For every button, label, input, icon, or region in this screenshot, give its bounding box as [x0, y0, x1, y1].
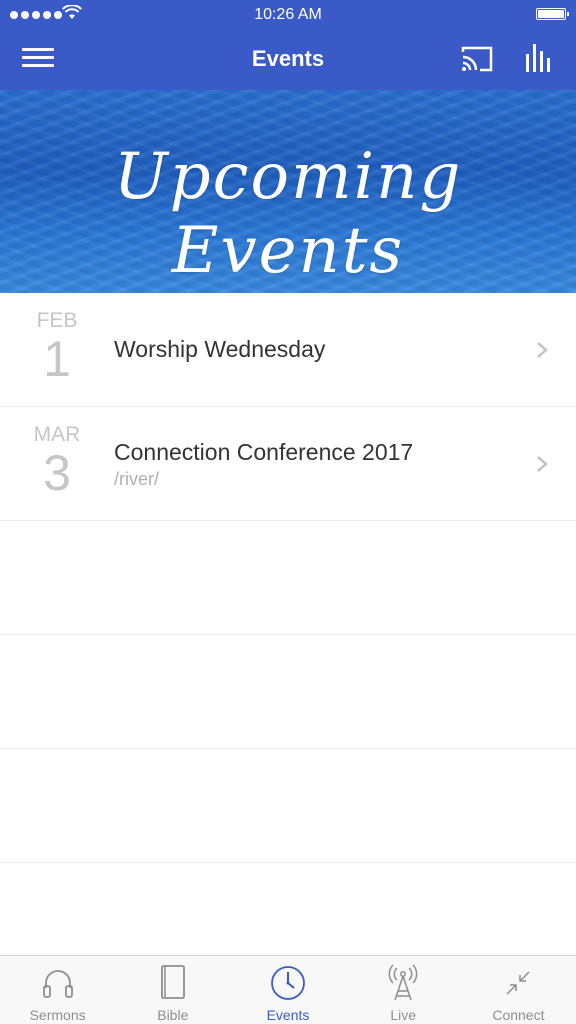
nav-bar: Events — [0, 30, 576, 90]
book-icon — [160, 965, 185, 999]
tab-bible[interactable]: Bible — [115, 956, 230, 1024]
event-day: 3 — [43, 445, 71, 501]
tab-label: Live — [390, 1007, 417, 1023]
bar-chart-icon[interactable] — [522, 42, 554, 74]
battery-icon — [536, 8, 569, 20]
tab-label: Bible — [157, 1007, 189, 1023]
arrows-collapse-icon — [506, 971, 530, 995]
empty-row — [0, 749, 576, 863]
tab-sermons[interactable]: Sermons — [0, 956, 115, 1024]
clock-icon — [271, 966, 305, 1000]
tab-bar: Sermons Bible Events Live Connect — [0, 955, 576, 1024]
event-title: Connection Conference 2017 — [114, 439, 414, 465]
banner-title: Upcoming Events — [113, 140, 463, 288]
tab-label: Connect — [492, 1007, 545, 1023]
empty-row — [0, 521, 576, 635]
chevron-right-icon — [537, 342, 548, 358]
event-title: Worship Wednesday — [114, 336, 326, 362]
events-list: FEB 1 Worship Wednesday MAR 3 Connection… — [0, 293, 576, 863]
event-row[interactable]: MAR 3 Connection Conference 2017 /river/ — [0, 407, 576, 521]
tab-events[interactable]: Events — [230, 956, 345, 1024]
event-row[interactable]: FEB 1 Worship Wednesday — [0, 293, 576, 407]
event-subtitle: /river/ — [114, 469, 159, 489]
event-month: MAR — [33, 423, 81, 446]
event-date: MAR 3 — [20, 423, 94, 499]
event-day: 1 — [43, 331, 71, 387]
tab-connect[interactable]: Connect — [461, 956, 576, 1024]
events-banner: Upcoming Events — [0, 90, 576, 293]
tab-label: Sermons — [29, 1007, 86, 1023]
status-time: 10:26 AM — [254, 6, 322, 23]
event-month: FEB — [36, 309, 78, 332]
empty-row — [0, 635, 576, 749]
status-bar: 10:26 AM — [0, 0, 576, 30]
broadcast-tower-icon — [388, 964, 418, 1001]
chevron-right-icon — [537, 456, 548, 472]
cast-icon[interactable] — [460, 44, 494, 74]
tab-label: Events — [266, 1007, 310, 1023]
event-date: FEB 1 — [20, 309, 94, 385]
headphones-icon — [42, 970, 73, 998]
tab-live[interactable]: Live — [346, 956, 461, 1024]
